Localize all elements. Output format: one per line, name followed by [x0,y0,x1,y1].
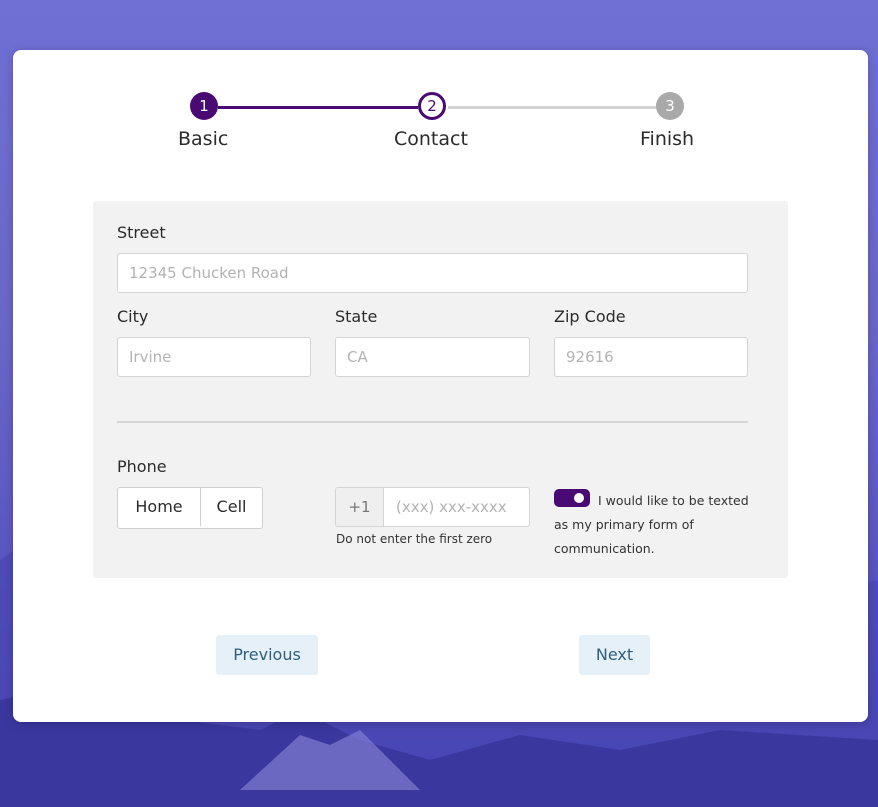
city-label: City [117,307,149,326]
step-1-indicator[interactable]: 1 [190,92,218,120]
state-input[interactable]: CA [335,337,530,377]
step-2-indicator[interactable]: 2 [418,92,446,120]
sms-preference-label: I would like to be texted as my primary … [554,493,749,556]
zip-code-label: Zip Code [554,307,626,326]
next-button[interactable]: Next [579,635,650,675]
phone-input-group: +1 (xxx) xxx-xxxx [335,487,530,527]
step-3-indicator[interactable]: 3 [656,92,684,120]
country-code-prefix: +1 [336,488,384,526]
zip-code-input[interactable]: 92616 [554,337,748,377]
street-input[interactable]: 12345 Chucken Road [117,253,748,293]
step-3-label: Finish [640,128,695,150]
previous-button[interactable]: Previous [216,635,318,675]
phone-number-input[interactable]: (xxx) xxx-xxxx [384,488,529,526]
state-label: State [335,307,378,326]
phone-type-toggle: Home Cell [117,487,263,529]
street-label: Street [117,223,166,242]
step-2-label: Contact [394,128,468,150]
progress-track-remaining [448,106,657,109]
progress-track-complete [218,106,418,109]
step-1-label: Basic [178,128,229,150]
section-divider [117,421,748,423]
city-input[interactable]: Irvine [117,337,311,377]
phone-label: Phone [117,457,167,476]
phone-type-home-button[interactable]: Home [118,488,201,526]
phone-type-cell-button[interactable]: Cell [201,488,262,526]
phone-helper-text: Do not enter the first zero [336,532,493,546]
